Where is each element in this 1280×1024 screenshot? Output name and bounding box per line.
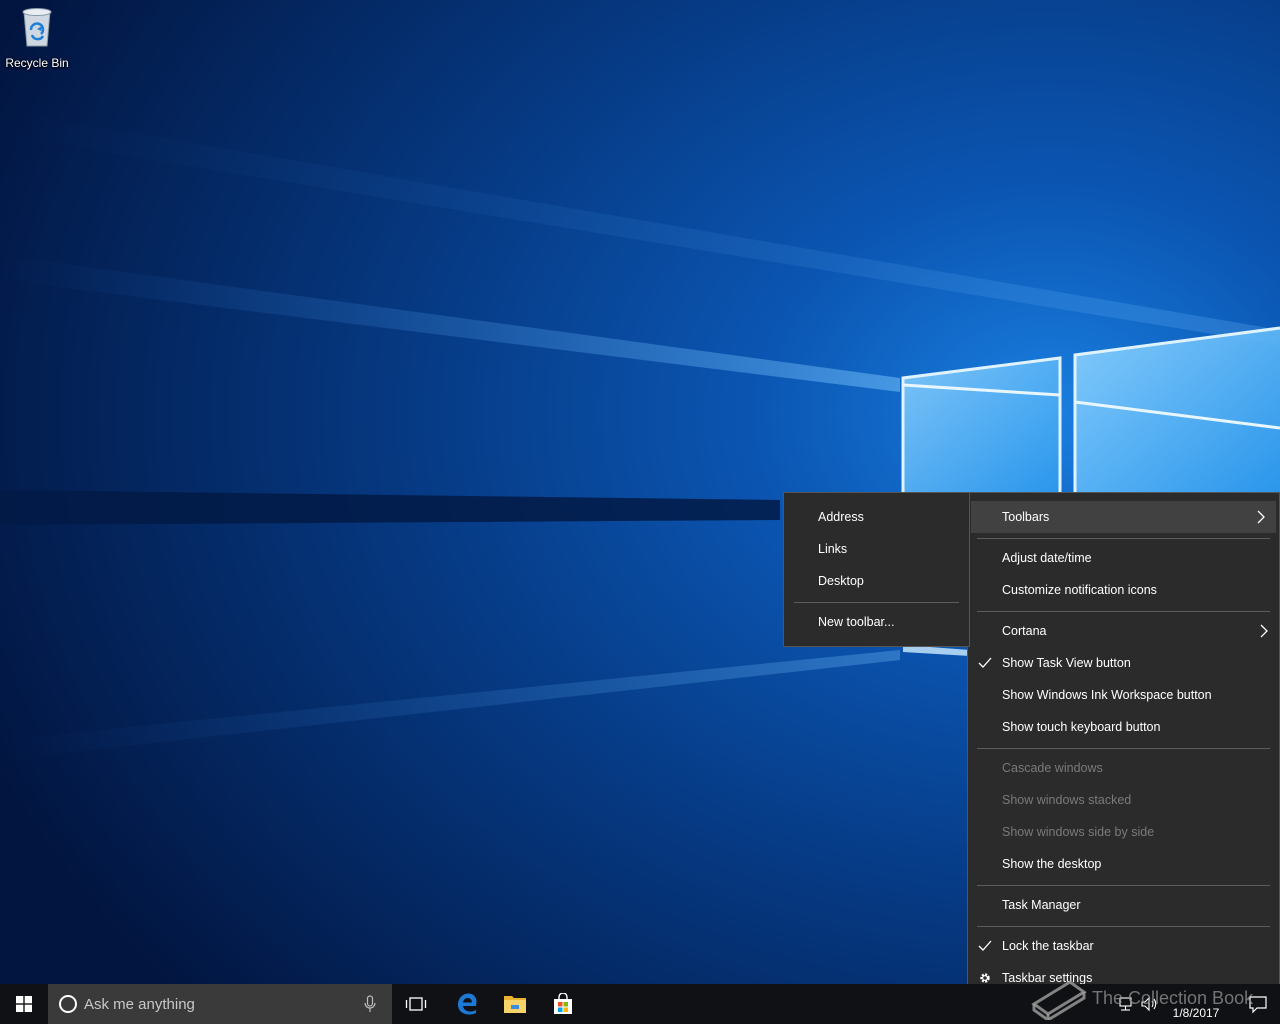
desktop-icon-recycle-bin[interactable]: Recycle Bin [2, 4, 72, 76]
menu-item-label: Links [818, 542, 848, 556]
checkmark-icon [978, 657, 992, 668]
chevron-right-icon [1257, 510, 1265, 524]
menu-separator [977, 885, 1270, 886]
taskbar: Ask me anything [0, 984, 1280, 1024]
microphone-icon[interactable] [363, 995, 377, 1013]
taskbar-app-store[interactable] [541, 984, 585, 1024]
submenu-item-desktop[interactable]: Desktop [784, 565, 969, 597]
chevron-right-icon [1260, 624, 1268, 638]
menu-item-label: Show the desktop [1002, 857, 1102, 871]
menu-item-label: Cascade windows [1002, 761, 1103, 775]
menu-item-label: Lock the taskbar [1002, 939, 1094, 953]
menu-separator [977, 538, 1270, 539]
menu-item-show-ink-workspace[interactable]: Show Windows Ink Workspace button [968, 679, 1279, 711]
submenu-item-links[interactable]: Links [784, 533, 969, 565]
menu-item-label: Address [818, 510, 864, 524]
menu-item-label: Task Manager [1002, 898, 1081, 912]
menu-item-show-windows-side-by-side: Show windows side by side [968, 816, 1279, 848]
recycle-bin-icon [22, 8, 52, 47]
menu-item-label: Show Windows Ink Workspace button [1002, 688, 1212, 702]
windows-logo-icon [16, 996, 32, 1012]
menu-item-show-windows-stacked: Show windows stacked [968, 784, 1279, 816]
checkmark-icon [978, 940, 992, 951]
taskbar-app-file-explorer[interactable] [493, 984, 537, 1024]
taskbar-context-menu: Toolbars Adjust date/time Customize noti… [967, 492, 1280, 1002]
menu-item-toolbars[interactable]: Toolbars [971, 501, 1276, 533]
menu-separator [977, 926, 1270, 927]
task-view-icon [405, 997, 427, 1011]
edge-icon [458, 993, 477, 1015]
menu-separator [977, 748, 1270, 749]
network-icon[interactable] [1118, 996, 1136, 1012]
menu-item-label: Cortana [1002, 624, 1047, 638]
volume-icon[interactable] [1140, 996, 1158, 1012]
menu-item-adjust-datetime[interactable]: Adjust date/time [968, 542, 1279, 574]
menu-item-customize-notification-icons[interactable]: Customize notification icons [968, 574, 1279, 606]
menu-item-lock-taskbar[interactable]: Lock the taskbar [968, 930, 1279, 962]
menu-item-label: Adjust date/time [1002, 551, 1092, 565]
menu-item-label: New toolbar... [818, 615, 895, 629]
menu-item-show-desktop[interactable]: Show the desktop [968, 848, 1279, 880]
menu-item-label: Show touch keyboard button [1002, 720, 1161, 734]
task-view-button[interactable] [396, 984, 436, 1024]
menu-item-label: Taskbar settings [1002, 971, 1093, 985]
clock-date[interactable]: 1/8/2017 [1160, 1006, 1232, 1020]
menu-item-label: Show windows stacked [1002, 793, 1132, 807]
desktop-icon-label: Recycle Bin [5, 56, 69, 70]
search-placeholder: Ask me anything [84, 995, 195, 1013]
submenu-item-address[interactable]: Address [784, 501, 969, 533]
menu-item-label: Desktop [818, 574, 864, 588]
menu-item-label: Show windows side by side [1002, 825, 1155, 839]
menu-item-label: Customize notification icons [1002, 583, 1157, 597]
submenu-item-new-toolbar[interactable]: New toolbar... [784, 606, 969, 638]
menu-item-show-touch-keyboard[interactable]: Show touch keyboard button [968, 711, 1279, 743]
menu-item-show-task-view[interactable]: Show Task View button [968, 647, 1279, 679]
menu-separator [794, 602, 959, 603]
action-center-icon[interactable] [1248, 994, 1268, 1014]
store-icon [554, 993, 572, 1014]
menu-separator [977, 611, 1270, 612]
menu-item-cascade-windows: Cascade windows [968, 752, 1279, 784]
menu-item-task-manager[interactable]: Task Manager [968, 889, 1279, 921]
gear-icon [980, 973, 990, 983]
cortana-icon [59, 995, 77, 1013]
toolbars-submenu: Address Links Desktop New toolbar... [783, 492, 970, 647]
file-explorer-icon [504, 996, 526, 1013]
start-button[interactable] [0, 984, 48, 1024]
menu-item-label: Show Task View button [1002, 656, 1131, 670]
menu-item-label: Toolbars [1002, 510, 1050, 524]
menu-item-cortana[interactable]: Cortana [968, 615, 1279, 647]
taskbar-app-edge[interactable] [445, 984, 489, 1024]
search-box[interactable]: Ask me anything [48, 984, 392, 1024]
